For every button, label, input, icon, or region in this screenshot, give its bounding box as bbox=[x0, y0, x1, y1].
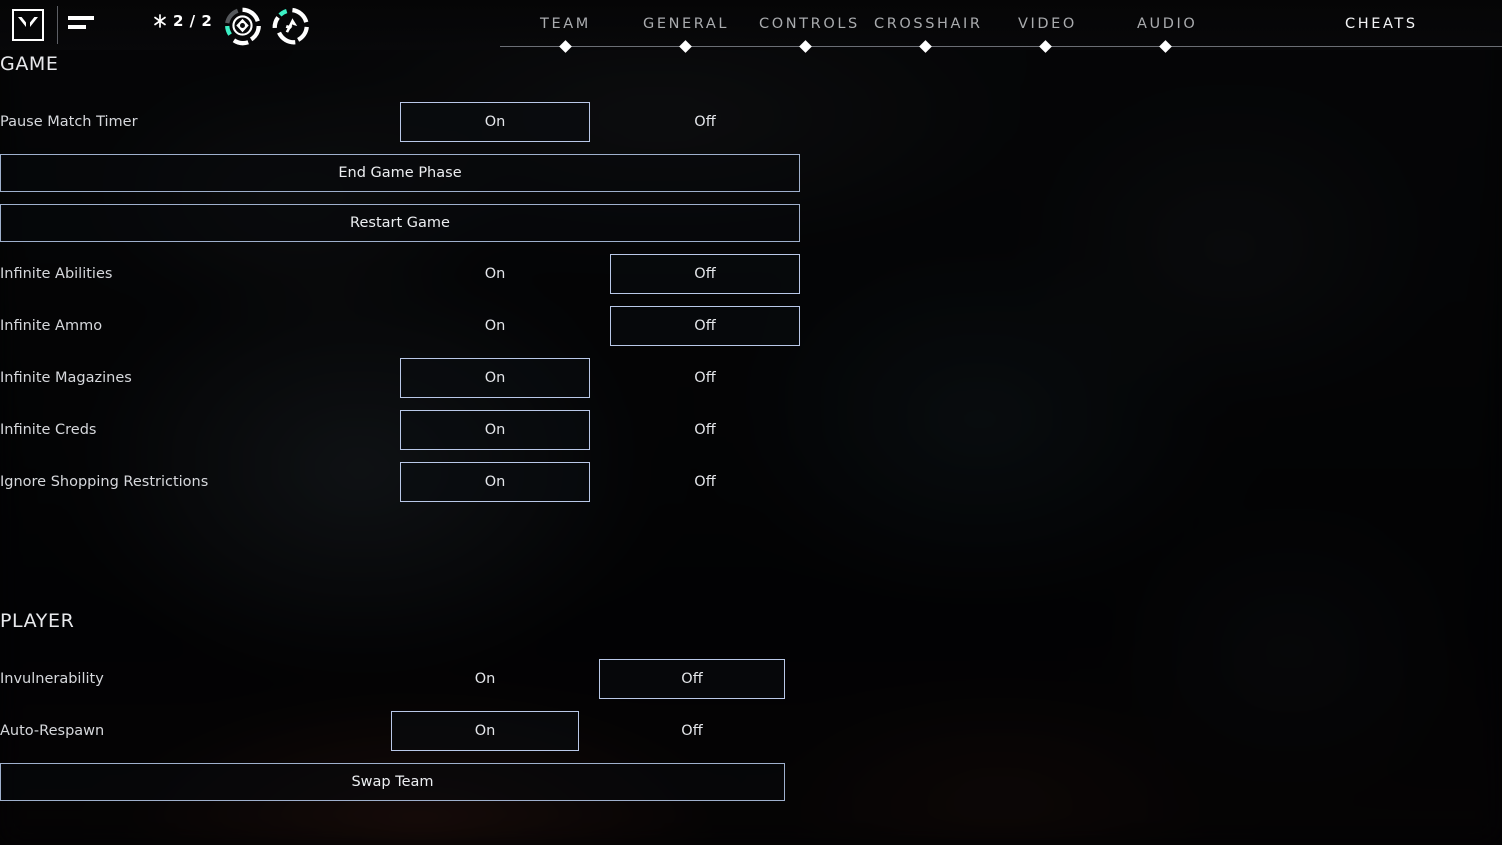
setting-label-infinite-magazines: Infinite Magazines bbox=[0, 370, 132, 386]
tab-cheats[interactable]: CHEATS bbox=[1345, 16, 1418, 32]
tab-team[interactable]: TEAM bbox=[540, 16, 591, 32]
ignore-shopping-restrictions-option-on[interactable]: On bbox=[400, 462, 590, 502]
infinite-abilities-option-on[interactable]: On bbox=[400, 254, 590, 294]
setting-row-auto-respawn: Auto-Respawn On Off bbox=[0, 711, 810, 751]
ability-ring-diamond-icon[interactable] bbox=[221, 5, 264, 47]
tab-general[interactable]: GENERAL bbox=[643, 16, 729, 32]
setting-row-invulnerability: Invulnerability On Off bbox=[0, 659, 810, 699]
tabs-underline bbox=[500, 46, 1502, 47]
valorant-settings-screen: 2 / 2 TEAM GENERAL CONTROLS CROSSHAIR VI… bbox=[0, 0, 1502, 845]
infinite-abilities-option-off[interactable]: Off bbox=[610, 254, 800, 294]
topbar-divider bbox=[57, 6, 58, 44]
infinite-ammo-option-off[interactable]: Off bbox=[610, 306, 800, 346]
infinite-ammo-option-on[interactable]: On bbox=[400, 306, 590, 346]
setting-row-ignore-shopping-restrictions: Ignore Shopping Restrictions On Off bbox=[0, 462, 810, 502]
setting-label-invulnerability: Invulnerability bbox=[0, 671, 104, 687]
invulnerability-option-off[interactable]: Off bbox=[599, 659, 785, 699]
menu-lines-icon[interactable] bbox=[68, 16, 94, 34]
setting-row-infinite-creds: Infinite Creds On Off bbox=[0, 410, 810, 450]
pause-match-timer-option-on[interactable]: On bbox=[400, 102, 590, 142]
tab-audio[interactable]: AUDIO bbox=[1137, 16, 1197, 32]
setting-row-infinite-magazines: Infinite Magazines On Off bbox=[0, 358, 810, 398]
infinite-creds-option-off[interactable]: Off bbox=[610, 410, 800, 450]
section-title-player: PLAYER bbox=[0, 610, 75, 632]
setting-row-infinite-ammo: Infinite Ammo On Off bbox=[0, 306, 810, 346]
auto-respawn-option-off[interactable]: Off bbox=[599, 711, 785, 751]
setting-row-pause-match-timer: Pause Match Timer On Off bbox=[0, 102, 810, 142]
setting-label-infinite-creds: Infinite Creds bbox=[0, 422, 97, 438]
restart-game-button[interactable]: Restart Game bbox=[0, 204, 800, 242]
valorant-logo-icon[interactable] bbox=[12, 9, 44, 41]
ability-icons-group bbox=[221, 5, 312, 47]
infinite-creds-option-on[interactable]: On bbox=[400, 410, 590, 450]
ultimate-points-group: 2 / 2 bbox=[152, 13, 212, 29]
ability-ring-arrow-icon[interactable] bbox=[269, 5, 312, 47]
settings-content: GAME Pause Match Timer On Off End Game Phase… bbox=[0, 50, 1502, 845]
setting-label-infinite-ammo: Infinite Ammo bbox=[0, 318, 103, 334]
ultimate-count-label: 2 / 2 bbox=[173, 12, 213, 30]
ignore-shopping-restrictions-option-off[interactable]: Off bbox=[610, 462, 800, 502]
infinite-magazines-option-on[interactable]: On bbox=[400, 358, 590, 398]
invulnerability-option-on[interactable]: On bbox=[391, 659, 579, 699]
top-bar: 2 / 2 TEAM GENERAL CONTROLS CROSSHAIR VI… bbox=[0, 0, 1502, 53]
tab-controls[interactable]: CONTROLS bbox=[759, 16, 860, 32]
settings-tabs: TEAM GENERAL CONTROLS CROSSHAIR VIDEO AUDIO CH… bbox=[500, 0, 1502, 53]
setting-label-pause-match-timer: Pause Match Timer bbox=[0, 114, 138, 130]
tab-crosshair[interactable]: CROSSHAIR bbox=[874, 16, 983, 32]
setting-label-auto-respawn: Auto-Respawn bbox=[0, 723, 105, 739]
section-title-game: GAME bbox=[0, 53, 59, 75]
setting-label-ignore-shopping-restrictions: Ignore Shopping Restrictions bbox=[0, 474, 209, 490]
tab-video[interactable]: VIDEO bbox=[1018, 16, 1077, 32]
setting-row-infinite-abilities: Infinite Abilities On Off bbox=[0, 254, 810, 294]
swap-team-button[interactable]: Swap Team bbox=[0, 763, 785, 801]
auto-respawn-option-on[interactable]: On bbox=[391, 711, 579, 751]
pause-match-timer-option-off[interactable]: Off bbox=[610, 102, 800, 142]
infinite-magazines-option-off[interactable]: Off bbox=[610, 358, 800, 398]
end-game-phase-button[interactable]: End Game Phase bbox=[0, 154, 800, 192]
ultimate-star-icon bbox=[154, 14, 166, 28]
setting-label-infinite-abilities: Infinite Abilities bbox=[0, 266, 113, 282]
